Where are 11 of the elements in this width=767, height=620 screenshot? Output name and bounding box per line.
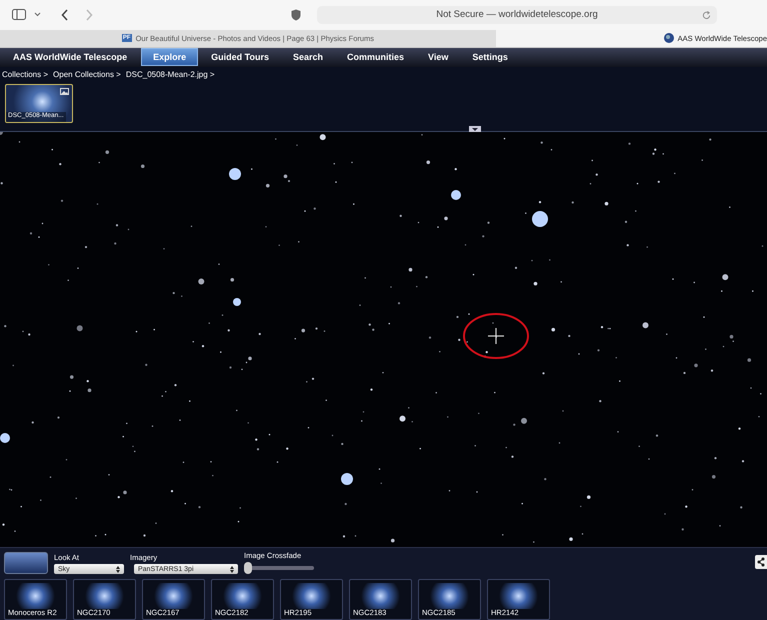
breadcrumb-link[interactable]: Open Collections >: [53, 70, 121, 78]
breadcrumb-link[interactable]: Collections >: [2, 70, 48, 78]
breadcrumb-link[interactable]: DSC_0508-Mean-2.jpg >: [126, 70, 215, 78]
menu-tab[interactable]: Explore: [141, 48, 198, 66]
address-bar[interactable]: Not Secure — worldwidetelescope.org: [317, 6, 717, 24]
menu-tab[interactable]: Communities: [336, 48, 416, 66]
menu-tab[interactable]: Settings: [461, 48, 519, 66]
menu-tab[interactable]: Search: [282, 48, 334, 66]
menu-tab[interactable]: View: [417, 48, 460, 66]
menu-tab[interactable]: Guided Tours: [200, 48, 280, 66]
app-title: AAS WorldWide Telescope: [13, 52, 128, 62]
